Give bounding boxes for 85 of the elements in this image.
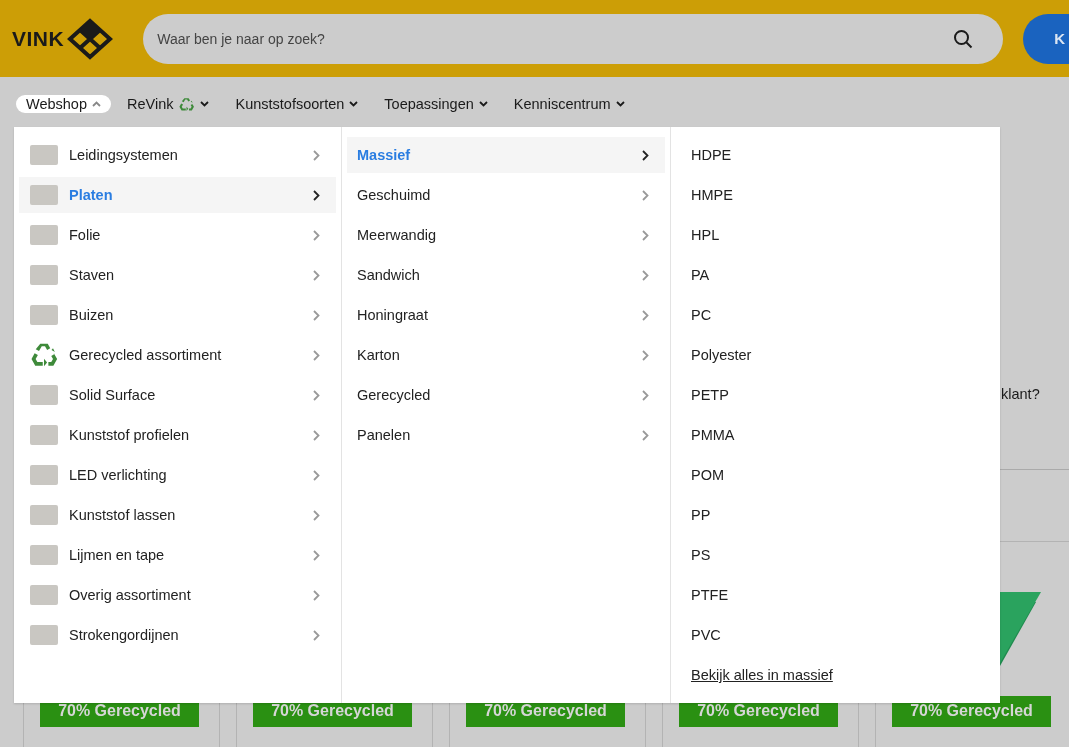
nav-menu-item[interactable]: Webshop	[16, 95, 111, 113]
chevron-right-icon	[642, 229, 649, 241]
photo-placeholder	[30, 305, 58, 325]
chevron-right-icon	[313, 469, 320, 481]
diamond-logo-icon	[67, 17, 114, 60]
category-menu-item[interactable]: Leidingsystemen	[19, 137, 336, 173]
subcategory-menu-item[interactable]: Karton	[347, 337, 665, 373]
photo-placeholder	[30, 465, 58, 485]
subcategory-menu-item[interactable]: Gerecycled	[347, 377, 665, 413]
category-menu-item[interactable]: Platen	[19, 177, 336, 213]
chevron-down-icon	[478, 101, 488, 107]
material-link[interactable]: HDPE	[691, 137, 995, 173]
photo-placeholder	[30, 385, 58, 405]
category-menu-item[interactable]: Staven	[19, 257, 336, 293]
chevron-right-icon	[642, 149, 649, 161]
material-link[interactable]: PS	[691, 537, 995, 573]
chevron-right-icon	[642, 429, 649, 441]
subcategory-menu-item[interactable]: Meerwandig	[347, 217, 665, 253]
chevron-down-icon	[349, 101, 359, 107]
photo-placeholder	[30, 185, 58, 205]
chevron-right-icon	[313, 149, 320, 161]
nav-menu-item[interactable]: ReVink	[117, 95, 220, 113]
chevron-right-icon	[313, 189, 320, 201]
view-all-link[interactable]: Bekijk alles in massief	[691, 657, 833, 693]
nav-menu-item[interactable]: Kunststofsoorten	[225, 95, 369, 113]
material-link[interactable]: PC	[691, 297, 995, 333]
material-link[interactable]: HPL	[691, 217, 995, 253]
category-menu-item[interactable]: Kunststof lassen	[19, 497, 336, 533]
material-link[interactable]: PA	[691, 257, 995, 293]
chevron-right-icon	[642, 349, 649, 361]
category-menu-item[interactable]: Lijmen en tape	[19, 537, 336, 573]
photo-placeholder	[30, 145, 58, 165]
category-menu-item[interactable]: Gerecycled assortiment	[19, 337, 336, 373]
chevron-right-icon	[313, 349, 320, 361]
material-link[interactable]: HMPE	[691, 177, 995, 213]
category-menu-item[interactable]: LED verlichting	[19, 457, 336, 493]
subcategory-menu-item[interactable]: Panelen	[347, 417, 665, 453]
material-link[interactable]: PETP	[691, 377, 995, 413]
chevron-right-icon	[313, 229, 320, 241]
category-menu-item[interactable]: Kunststof profielen	[19, 417, 336, 453]
chevron-right-icon	[313, 549, 320, 561]
chevron-right-icon	[313, 629, 320, 641]
chevron-right-icon	[642, 269, 649, 281]
chevron-right-icon	[313, 429, 320, 441]
photo-placeholder	[30, 265, 58, 285]
nav-menu-item[interactable]: Kenniscentrum	[503, 95, 635, 113]
account-button[interactable]: K	[1023, 13, 1069, 64]
material-link[interactable]: PP	[691, 497, 995, 533]
subcategory-menu-item[interactable]: Massief	[347, 137, 665, 173]
chevron-down-icon	[615, 101, 625, 107]
photo-placeholder	[30, 505, 58, 525]
chevron-right-icon	[313, 389, 320, 401]
material-link[interactable]: POM	[691, 457, 995, 493]
chevron-right-icon	[313, 589, 320, 601]
category-menu-item[interactable]: Solid Surface	[19, 377, 336, 413]
search-field[interactable]: Waar ben je naar op zoek?	[143, 13, 1004, 64]
chevron-right-icon	[313, 309, 320, 321]
chevron-right-icon	[313, 509, 320, 521]
material-link[interactable]: PMMA	[691, 417, 995, 453]
search-icon[interactable]	[953, 28, 974, 49]
chevron-right-icon	[642, 389, 649, 401]
chevron-up-icon	[92, 101, 101, 107]
photo-placeholder	[30, 425, 58, 445]
chevron-down-icon	[200, 101, 210, 107]
photo-placeholder	[30, 585, 58, 605]
subcategory-menu-item[interactable]: Geschuimd	[347, 177, 665, 213]
material-link[interactable]: PTFE	[691, 577, 995, 613]
material-link[interactable]: Polyester	[691, 337, 995, 373]
body-text: klant?	[1001, 386, 1040, 402]
category-menu-item[interactable]: Overig assortiment	[19, 577, 336, 613]
photo-placeholder	[30, 225, 58, 245]
category-menu-item[interactable]: Folie	[19, 217, 336, 253]
photo-placeholder	[30, 625, 58, 645]
category-menu-item[interactable]: Strokengordijnen	[19, 617, 336, 653]
chevron-right-icon	[642, 309, 649, 321]
logo-text[interactable]: VINK	[12, 26, 65, 51]
material-link[interactable]: PVC	[691, 617, 995, 653]
recycle-icon	[178, 95, 196, 113]
chevron-right-icon	[642, 189, 649, 201]
category-menu-item[interactable]: Buizen	[19, 297, 336, 333]
subcategory-menu-item[interactable]: Honingraat	[347, 297, 665, 333]
chevron-right-icon	[313, 269, 320, 281]
subcategory-menu-item[interactable]: Sandwich	[347, 257, 665, 293]
photo-placeholder	[30, 545, 58, 565]
nav-menu-item[interactable]: Toepassingen	[374, 95, 498, 113]
